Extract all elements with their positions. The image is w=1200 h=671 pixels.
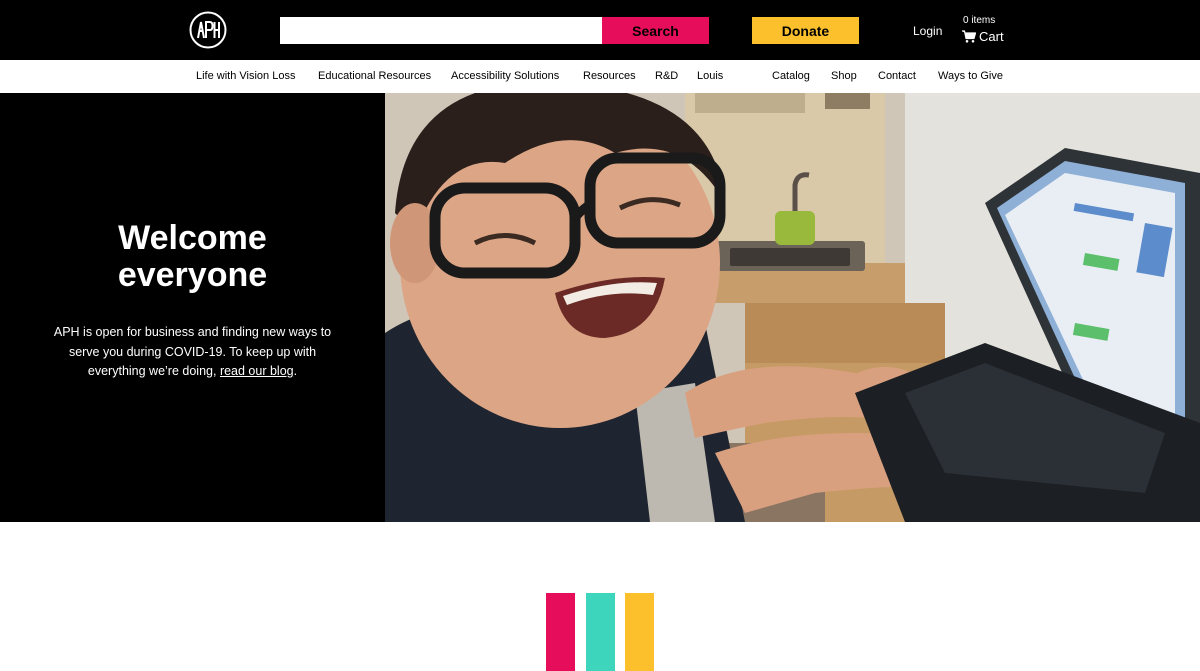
decorative-bar-pink <box>546 593 575 671</box>
login-link[interactable]: Login <box>913 24 942 38</box>
nav-item-ways-to-give[interactable]: Ways to Give <box>938 70 1003 82</box>
nav-item-shop[interactable]: Shop <box>831 70 857 82</box>
decorative-bar-yellow <box>625 593 654 671</box>
search-input[interactable] <box>280 17 602 44</box>
aph-logo[interactable] <box>189 11 227 49</box>
hero-illustration <box>385 93 1200 522</box>
nav-item-catalog[interactable]: Catalog <box>772 70 810 82</box>
hero-description: APH is open for business and finding new… <box>40 323 345 382</box>
nav-item-life-with-vision-loss[interactable]: Life with Vision Loss <box>196 70 295 82</box>
nav-item-accessibility-solutions[interactable]: Accessibility Solutions <box>451 70 559 82</box>
donate-button[interactable]: Donate <box>752 17 859 44</box>
nav-item-rnd[interactable]: R&D <box>655 70 678 82</box>
nav-item-contact[interactable]: Contact <box>878 70 916 82</box>
nav-item-resources[interactable]: Resources <box>583 70 636 82</box>
hero-title-line-2: everyone <box>117 256 268 294</box>
nav-item-louis[interactable]: Louis <box>697 70 723 82</box>
cart-label: Cart <box>979 29 1004 44</box>
decorative-bar-teal <box>586 593 615 671</box>
cart-icon <box>962 30 976 43</box>
main-nav: Life with Vision Loss Educational Resour… <box>0 60 1200 93</box>
cart-item-count: 0 items <box>963 15 996 26</box>
cart-link[interactable]: Cart <box>962 29 1004 44</box>
hero-title-line-1: Welcome <box>118 219 267 257</box>
hero-panel <box>0 93 385 522</box>
top-header: Search Donate Login 0 items Cart <box>0 0 1200 60</box>
hero-title: Welcome everyone <box>0 220 385 294</box>
nav-item-educational-resources[interactable]: Educational Resources <box>318 70 431 82</box>
hero-text-end: . <box>293 364 298 378</box>
hero-image <box>385 93 1200 522</box>
blog-link[interactable]: read our blog <box>220 364 294 378</box>
search-button[interactable]: Search <box>602 17 709 44</box>
